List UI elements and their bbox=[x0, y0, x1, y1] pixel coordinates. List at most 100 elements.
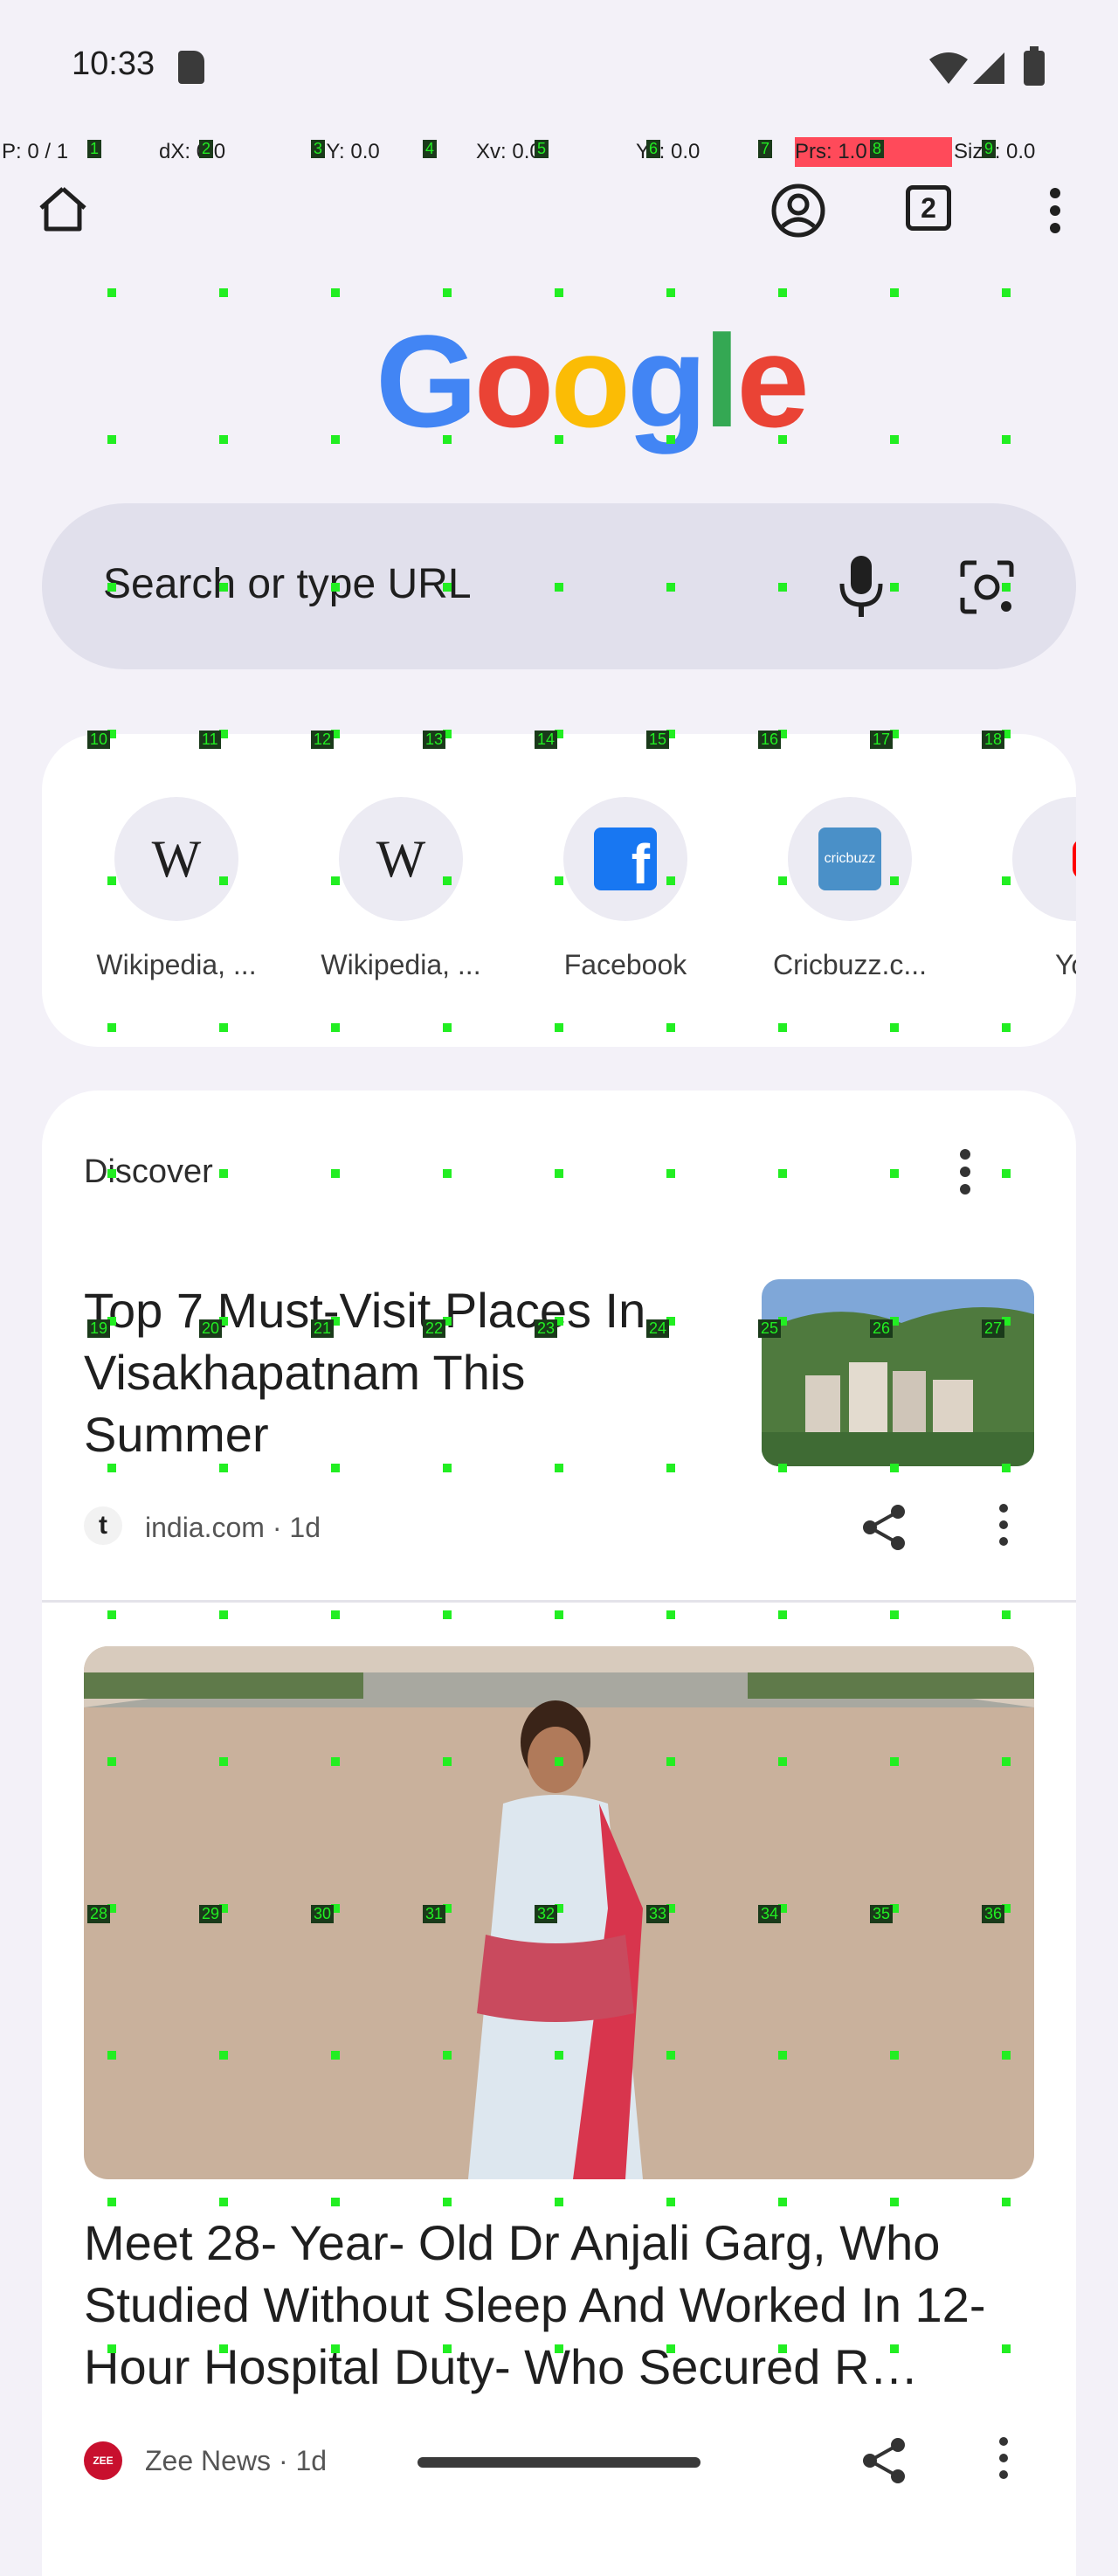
share-icon bbox=[863, 1505, 905, 1550]
grid-dot bbox=[107, 1023, 116, 1032]
grid-number-label: 36 bbox=[982, 1905, 1005, 1923]
shortcut-tile[interactable]: W Wikipedia, ... bbox=[314, 797, 488, 981]
grid-dot bbox=[666, 1464, 675, 1472]
grid-dot bbox=[219, 2344, 228, 2353]
grid-dot bbox=[443, 435, 452, 444]
grid-dot bbox=[1002, 1610, 1011, 1619]
search-input[interactable]: Search or type URL bbox=[103, 560, 472, 608]
article-meta: india.com · 1d bbox=[145, 1512, 321, 1543]
shortcut-label: YouT bbox=[1055, 949, 1076, 980]
shortcut-tile[interactable]: f Facebook bbox=[538, 797, 713, 981]
grid-dot bbox=[555, 1023, 563, 1032]
share-icon bbox=[863, 2438, 905, 2483]
grid-dot bbox=[219, 435, 228, 444]
article-meta: Zee News · 1d bbox=[145, 2445, 328, 2476]
grid-dot bbox=[107, 1757, 116, 1766]
pointer-yv: Yv: 0.0 bbox=[636, 140, 700, 163]
grid-dot bbox=[331, 1023, 340, 1032]
grid-dot bbox=[666, 1757, 675, 1766]
grid-number-label: 22 bbox=[423, 1319, 446, 1338]
article-thumbnail[interactable] bbox=[762, 1279, 1034, 1466]
grid-number-label: 9 bbox=[982, 140, 997, 158]
grid-dot bbox=[331, 2051, 340, 2060]
grid-number-label: 34 bbox=[758, 1905, 782, 1923]
signal-icon bbox=[973, 52, 1004, 84]
shortcut-tile[interactable]: YouT bbox=[987, 797, 1076, 981]
grid-dot bbox=[443, 1023, 452, 1032]
lens-search-button[interactable] bbox=[950, 551, 1024, 624]
grid-dot bbox=[778, 2198, 787, 2206]
grid-dot bbox=[555, 1757, 563, 1766]
google-logo: Google bbox=[376, 306, 810, 457]
share-button[interactable] bbox=[859, 2436, 908, 2485]
voice-search-button[interactable] bbox=[828, 549, 894, 624]
shortcut-tile[interactable]: W Wikipedia, ... bbox=[89, 797, 264, 981]
grid-dot bbox=[107, 2344, 116, 2353]
grid-dot bbox=[219, 2198, 228, 2206]
grid-dot bbox=[1002, 583, 1011, 592]
source-logo-icon: t bbox=[84, 1506, 122, 1545]
status-bar: 10:33 bbox=[0, 0, 1118, 131]
grid-dot bbox=[443, 2344, 452, 2353]
logo-letter: o bbox=[473, 308, 555, 454]
grid-number-label: 30 bbox=[311, 1905, 335, 1923]
battery-icon bbox=[1024, 46, 1045, 86]
grid-dot bbox=[219, 583, 228, 592]
logo-letter: G bbox=[376, 308, 478, 454]
grid-dot bbox=[443, 583, 452, 592]
grid-dot bbox=[666, 288, 675, 297]
grid-dot bbox=[443, 2051, 452, 2060]
grid-dot bbox=[666, 583, 675, 592]
grid-number-label: 35 bbox=[870, 1905, 894, 1923]
account-icon bbox=[771, 184, 825, 238]
grid-dot bbox=[443, 1464, 452, 1472]
home-button[interactable] bbox=[31, 177, 94, 240]
grid-dot bbox=[1002, 1169, 1011, 1178]
grid-dot bbox=[107, 435, 116, 444]
grid-dot bbox=[666, 2051, 675, 2060]
grid-number-label: 12 bbox=[311, 731, 335, 749]
grid-number-label: 32 bbox=[535, 1905, 558, 1923]
share-button[interactable] bbox=[859, 1503, 908, 1552]
gesture-nav-handle[interactable] bbox=[418, 2457, 700, 2468]
article-menu-button[interactable] bbox=[997, 1503, 1022, 1552]
article-source: Zee News bbox=[145, 2445, 272, 2476]
grid-dot bbox=[331, 583, 340, 592]
wifi-icon bbox=[929, 52, 968, 84]
grid-dot bbox=[666, 1610, 675, 1619]
grid-dot bbox=[666, 876, 675, 885]
account-button[interactable] bbox=[765, 177, 832, 244]
camera-lens-icon bbox=[960, 560, 1014, 614]
shortcut-label: Wikipedia, ... bbox=[321, 949, 481, 980]
more-options-button[interactable] bbox=[1031, 177, 1080, 244]
grid-number-label: 15 bbox=[646, 731, 670, 749]
article-title[interactable]: Top 7 Must-Visit Places In Visakhapatnam… bbox=[84, 1279, 678, 1465]
grid-dot bbox=[443, 1169, 452, 1178]
tab-switcher-button[interactable]: 2 bbox=[900, 179, 957, 237]
grid-dot bbox=[555, 876, 563, 885]
grid-dot bbox=[778, 2344, 787, 2353]
discover-menu-button[interactable] bbox=[959, 1148, 994, 1197]
article-title[interactable]: Meet 28- Year- Old Dr Anjali Garg, Who S… bbox=[84, 2212, 1034, 2398]
grid-number-label: 3 bbox=[311, 140, 326, 158]
grid-dot bbox=[107, 2051, 116, 2060]
grid-dot bbox=[107, 2198, 116, 2206]
grid-dot bbox=[219, 876, 228, 885]
grid-dot bbox=[331, 435, 340, 444]
city-image bbox=[762, 1279, 1034, 1466]
grid-dot bbox=[555, 1610, 563, 1619]
more-vert-icon bbox=[999, 2437, 1008, 2479]
grid-dot bbox=[890, 2198, 899, 2206]
grid-dot bbox=[555, 2051, 563, 2060]
article-menu-button[interactable] bbox=[997, 2436, 1022, 2485]
browser-toolbar: 2 bbox=[0, 167, 1118, 272]
grid-number-label: 2 bbox=[199, 140, 214, 158]
grid-dot bbox=[666, 1023, 675, 1032]
grid-dot bbox=[555, 583, 563, 592]
shortcut-tile[interactable]: cricbuzz Cricbuzz.c... bbox=[763, 797, 937, 981]
grid-dot bbox=[107, 876, 116, 885]
grid-number-label: 1 bbox=[87, 140, 102, 158]
grid-dot bbox=[219, 1757, 228, 1766]
facebook-icon: f bbox=[563, 797, 687, 921]
grid-dot bbox=[1002, 1023, 1011, 1032]
